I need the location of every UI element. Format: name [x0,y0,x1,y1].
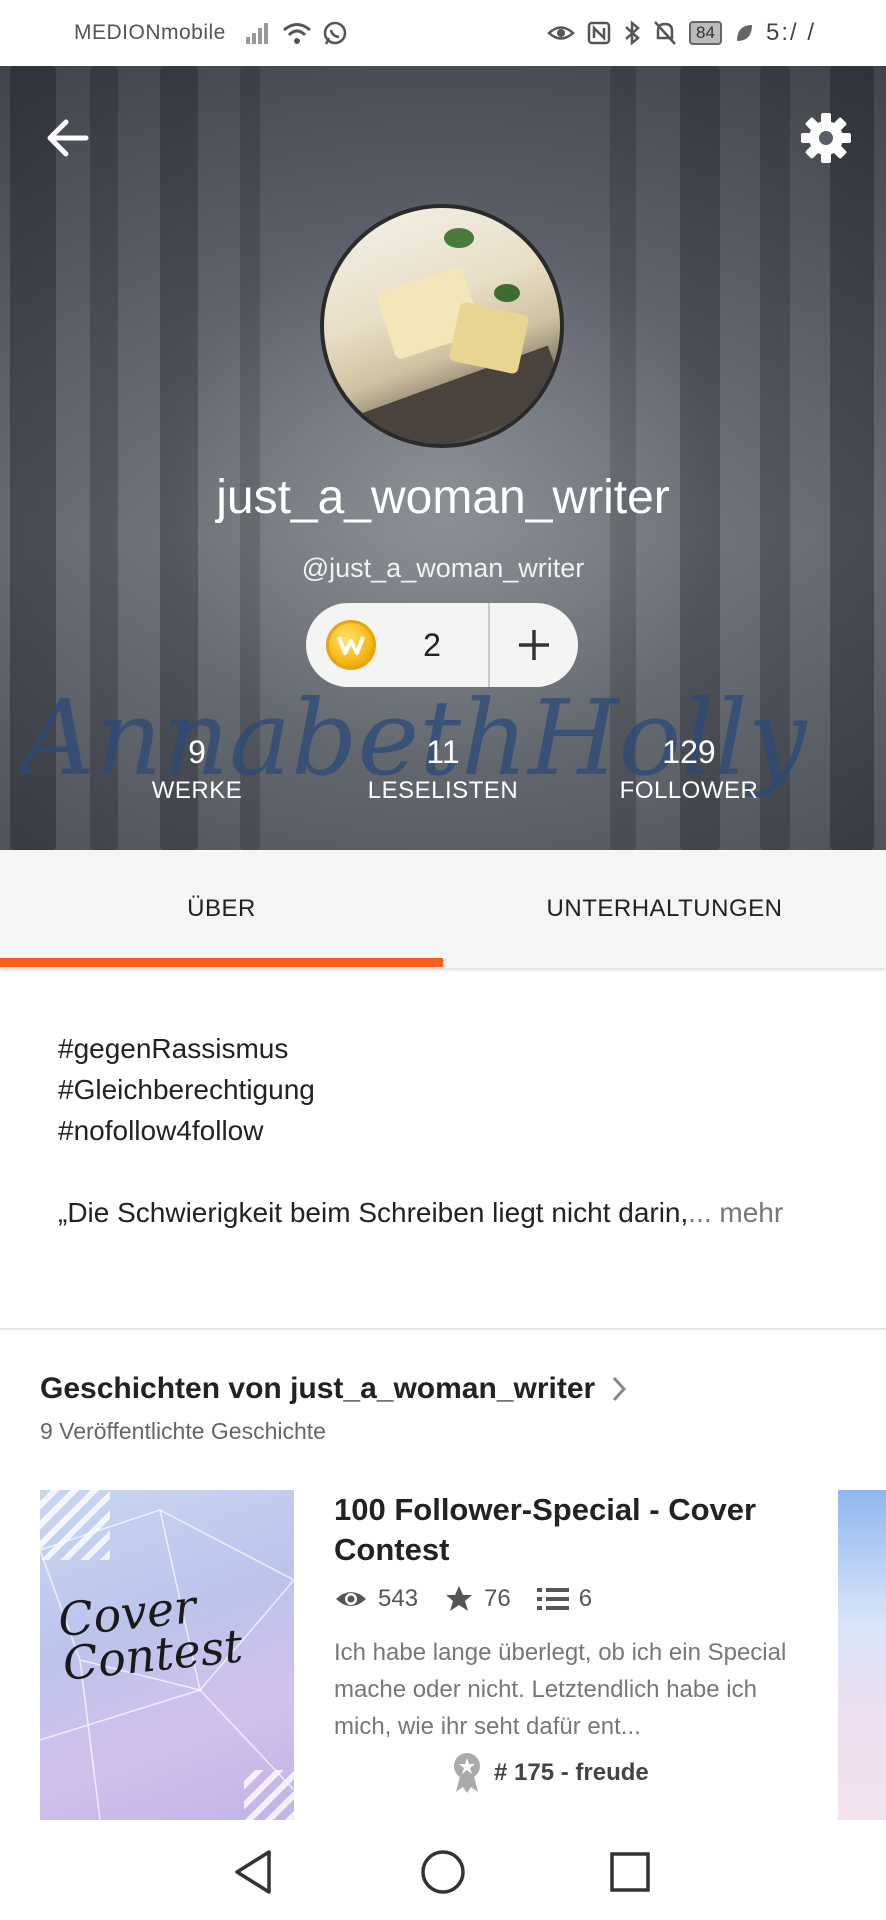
bluetooth-icon [625,20,640,46]
ribbon-badge-icon [454,1753,480,1793]
stat-reading-lists-value: 11 [426,734,460,770]
more-link[interactable]: ... mehr [688,1197,783,1228]
navigation-bar [0,1822,886,1920]
profile-tabs: ÜBER UNTERHALTUNGEN [0,850,886,968]
stories-title: Geschichten von just_a_woman_writer [40,1372,596,1405]
stat-works-value: 9 [188,734,206,770]
circle-home-icon [421,1850,465,1894]
status-bar: MEDIONmobile 84 5:/ / [0,0,886,66]
stat-followers-value: 129 [662,734,716,770]
stat-followers-label: FOLLOWER [619,777,759,804]
stat-works-label: WERKE [151,777,243,804]
list-icon [536,1588,569,1610]
story-rank-text: # 175 - freude [494,1759,649,1786]
status-icons-left [244,20,348,46]
about-section: #gegenRassismus #Gleichberechtigung #nof… [58,1028,838,1233]
stories-header[interactable]: Geschichten von just_a_woman_writer [40,1372,627,1406]
triangle-back-icon [235,1850,271,1894]
about-line: #nofollow4follow [58,1115,264,1146]
wifi-icon [282,23,311,44]
coin-icon [326,620,376,670]
tab-about[interactable]: ÜBER [0,850,443,968]
nfc-icon [587,21,611,45]
avatar[interactable] [320,204,564,448]
status-icons-right: 84 5:/ / [547,19,816,47]
story-cover[interactable]: Cover Contest [40,1490,294,1820]
nav-back-button[interactable] [223,1842,283,1902]
display-name: just_a_woman_writer [216,471,670,524]
stat-reading-lists[interactable]: 11 LESELISTEN [323,734,563,805]
star-icon [446,1586,473,1611]
about-quote: „Die Schwierigkeit beim Schreiben liegt … [58,1192,838,1233]
story-title[interactable]: 100 Follower-Special - Cover Contest [334,1490,804,1570]
story-views: 543 [378,1585,419,1612]
active-tab-indicator [0,958,443,967]
profile-header: just_a_woman_writer @just_a_woman_writer… [0,66,886,850]
stat-works[interactable]: 9 WERKE [77,734,317,805]
story-parts: 6 [578,1585,593,1612]
nav-recents-button[interactable] [600,1842,660,1902]
nav-home-button[interactable] [413,1842,473,1902]
stat-reading-lists-label: LESELISTEN [367,777,519,804]
back-button[interactable] [40,110,96,166]
leaf-icon [736,25,752,41]
carrier-name: MEDIONmobile [74,21,226,44]
story-votes: 76 [484,1585,511,1612]
stat-followers[interactable]: 129 FOLLOWER [569,734,809,805]
settings-button[interactable] [796,108,856,168]
arrow-left-icon [47,119,89,157]
eye-icon [547,26,575,40]
plus-icon [519,630,549,660]
gear-icon [801,113,851,163]
battery-indicator: 84 [689,21,722,45]
coin-count: 2 [423,626,441,663]
mute-bell-icon [654,21,676,45]
story-description: Ich habe lange überlegt, ob ich ein Spec… [334,1639,787,1740]
square-recents-icon [610,1852,650,1892]
status-time: 5:/ / [765,19,816,46]
whatsapp-icon [323,21,347,45]
about-quote-text: „Die Schwierigkeit beim Schreiben liegt … [58,1197,689,1228]
stories-count: 9 Veröffentlichte Geschichte [40,1418,326,1444]
next-story-cover[interactable] [838,1490,886,1820]
tab-conversations[interactable]: UNTERHALTUNGEN [443,850,886,968]
signal-icon [245,23,268,44]
eye-icon [336,1592,366,1606]
about-line: #gegenRassismus [58,1033,289,1064]
story-rank: # 175 - freude [452,1752,649,1794]
section-divider [0,1328,886,1330]
username: @just_a_woman_writer [301,553,585,583]
chevron-right-icon [613,1376,627,1402]
story-meta: 543 76 6 [334,1584,618,1614]
about-line: #Gleichberechtigung [58,1074,315,1105]
